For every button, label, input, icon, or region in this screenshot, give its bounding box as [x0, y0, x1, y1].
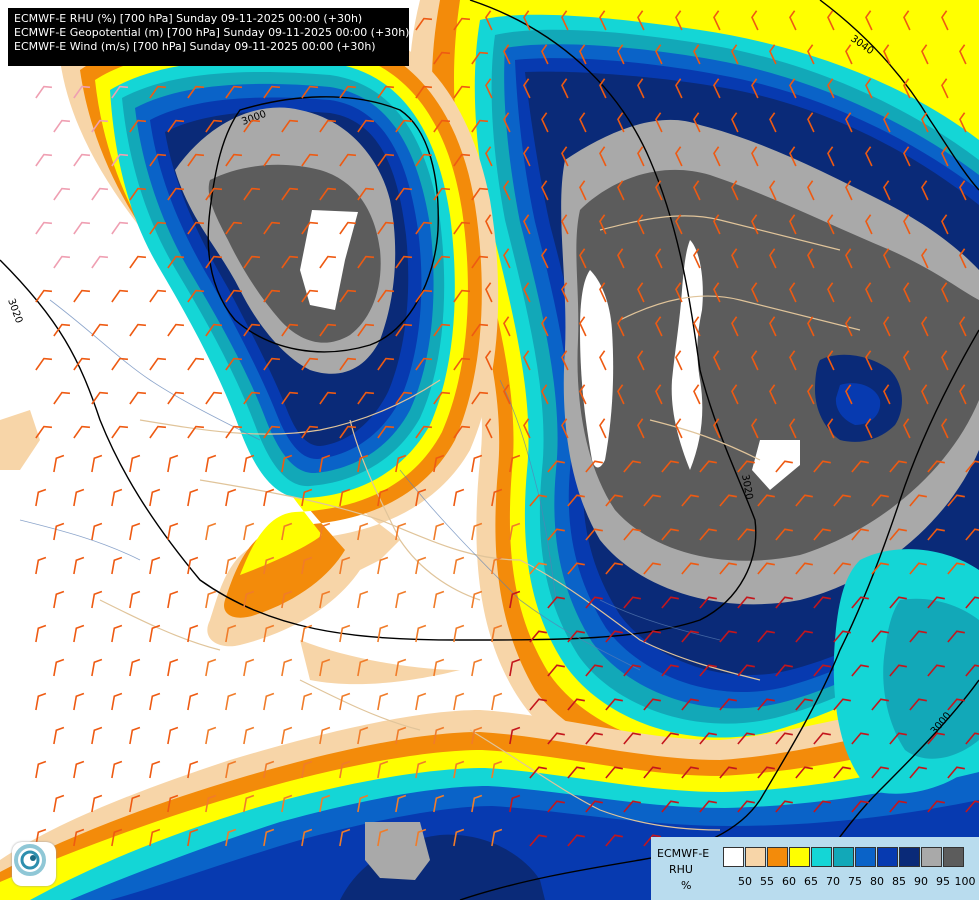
title-wind: ECMWF-E Wind (m/s) [700 hPa] Sunday 09-1… [14, 40, 376, 53]
title-rhu: ECMWF-E RHU (%) [700 hPa] Sunday 09-11-2… [14, 12, 363, 25]
legend-tick-label: 50 [738, 875, 752, 888]
title-geopotential: ECMWF-E Geopotential (m) [700 hPa] Sunda… [14, 26, 410, 39]
legend-tick-label: 90 [914, 875, 928, 888]
legend-swatch [943, 847, 964, 867]
legend-swatch [789, 847, 810, 867]
legend-swatch [855, 847, 876, 867]
legend-tick-label: 75 [848, 875, 862, 888]
map-title-box: ECMWF-E RHU (%) [700 hPa] Sunday 09-11-2… [8, 8, 409, 66]
legend-tick-label: 100 [954, 875, 976, 888]
ecmwf-logo-icon [12, 842, 56, 886]
legend-swatch [811, 847, 832, 867]
legend-swatch [745, 847, 766, 867]
legend-tick-label: 55 [760, 875, 774, 888]
legend-model: ECMWF-E [657, 847, 710, 860]
legend-tick-label: 70 [826, 875, 840, 888]
legend-swatch [723, 847, 744, 867]
legend-tick-label: 95 [936, 875, 950, 888]
legend-unit: % [681, 879, 692, 892]
legend-tick-label: 80 [870, 875, 884, 888]
legend-swatches [723, 847, 965, 867]
legend-swatch [921, 847, 942, 867]
legend-tick-label: 85 [892, 875, 906, 888]
legend-swatch [767, 847, 788, 867]
weather-map: 3040 3020 3000 3020 3000 ECMWF-E RHU (%)… [0, 0, 979, 900]
map-layers: 3040 3020 3000 3020 3000 [0, 0, 979, 900]
legend-tick-label: 65 [804, 875, 818, 888]
legend-swatch [833, 847, 854, 867]
legend-swatch [899, 847, 920, 867]
colorbar-legend: ECMWF-E RHU % 50 55 60 65 70 75 80 85 90 95 100 [651, 837, 979, 900]
legend-ticks: 50 55 60 65 70 75 80 85 90 95 100 [723, 875, 979, 889]
legend-tick-label: 60 [782, 875, 796, 888]
legend-swatch [877, 847, 898, 867]
legend-variable: RHU [669, 863, 693, 876]
